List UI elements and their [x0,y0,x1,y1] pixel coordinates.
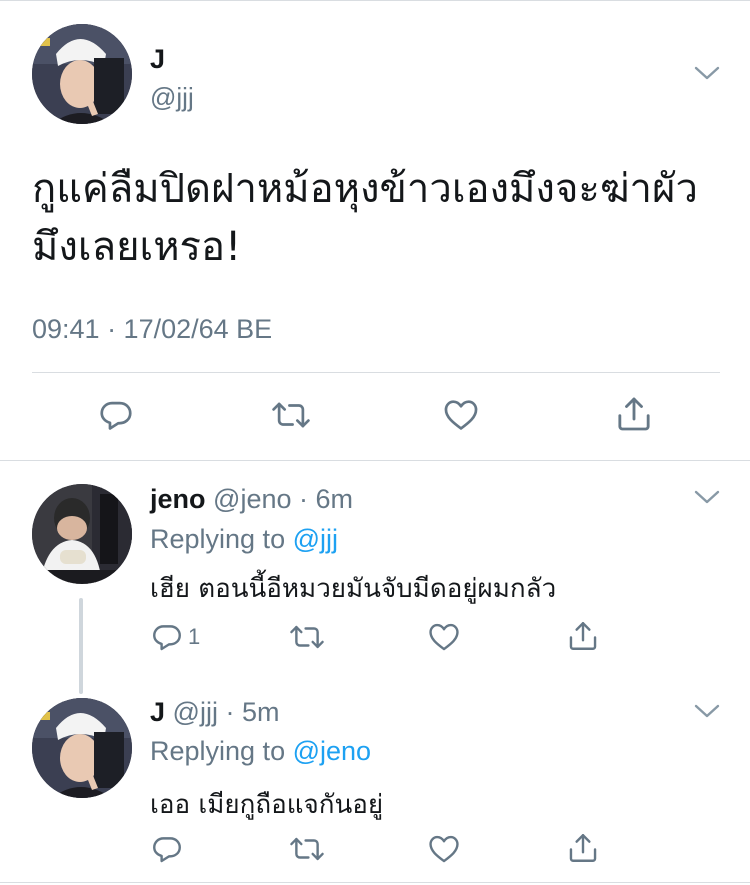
like-button[interactable] [427,832,461,866]
reply-count: 1 [188,624,201,649]
author-name[interactable]: J [150,44,165,75]
retweet-button[interactable] [269,396,313,434]
reply-icon [153,625,181,651]
author-name[interactable]: J [150,697,165,727]
like-icon [444,400,478,430]
retweet-button[interactable] [287,832,327,866]
section-divider [0,460,750,461]
replying-to: Replying to @jjj [150,524,338,555]
reply-button[interactable] [97,396,135,434]
chevron-down-icon[interactable] [694,64,720,82]
like-button[interactable] [441,396,481,434]
avatar[interactable] [32,484,132,584]
author-handle[interactable]: @jjj [173,697,218,727]
retweet-button[interactable] [287,620,327,654]
reply-button[interactable]: 1 [150,620,200,654]
replying-to: Replying to @jeno [150,736,371,767]
chevron-down-icon[interactable] [694,488,720,506]
mention-link[interactable]: @jjj [293,524,338,554]
like-icon [429,623,459,651]
thread-connector [79,598,83,694]
replying-to-label: Replying to [150,524,293,554]
avatar[interactable] [32,698,132,798]
reply-icon [153,837,181,863]
replying-to-label: Replying to [150,736,293,766]
chevron-down-icon[interactable] [694,702,720,720]
share-button[interactable] [566,618,600,654]
avatar-photo [32,484,132,584]
reply-icon [100,401,132,430]
reply-author[interactable]: J @jjj · 5m [150,697,279,728]
tweet-time[interactable]: · 5m [225,697,279,727]
reply-button[interactable] [150,832,184,866]
retweet-icon [290,625,324,649]
tweet-timestamp[interactable]: 09:41 · 17/02/64 BE [32,314,272,345]
share-button[interactable] [566,830,600,866]
avatar[interactable] [32,24,132,124]
mention-link[interactable]: @jeno [293,736,371,766]
bottom-border [0,882,750,883]
share-button[interactable] [614,394,654,434]
avatar-photo [32,698,132,798]
tweet-text: เออ เมียกูถือแจกันอยู่ [150,790,384,820]
retweet-icon [290,837,324,861]
like-button[interactable] [427,620,461,654]
tweet-time[interactable]: · 6m [299,484,353,514]
author-name[interactable]: jeno [150,484,206,514]
reply-author[interactable]: jeno @jeno · 6m [150,484,353,515]
main-tweet: J @jjj กูแค่ลืมปิดฝาหม้อหุงข้าวเองมึงจะฆ… [0,0,750,462]
tweet-text: กูแค่ลืมปิดฝาหม้อหุงข้าวเองมึงจะฆ่าผัวมึ… [32,166,698,270]
divider [32,372,720,373]
share-icon [618,397,650,431]
share-icon [569,834,597,862]
retweet-icon [272,402,310,428]
author-handle[interactable]: @jeno [213,484,291,514]
avatar-photo [32,24,132,124]
like-icon [429,835,459,863]
share-icon [569,622,597,650]
author-handle[interactable]: @jjj [150,82,194,113]
tweet-text: เฮีย ตอนนี้อีหมวยมันจับมีดอยู่ผมกลัว [150,574,557,604]
